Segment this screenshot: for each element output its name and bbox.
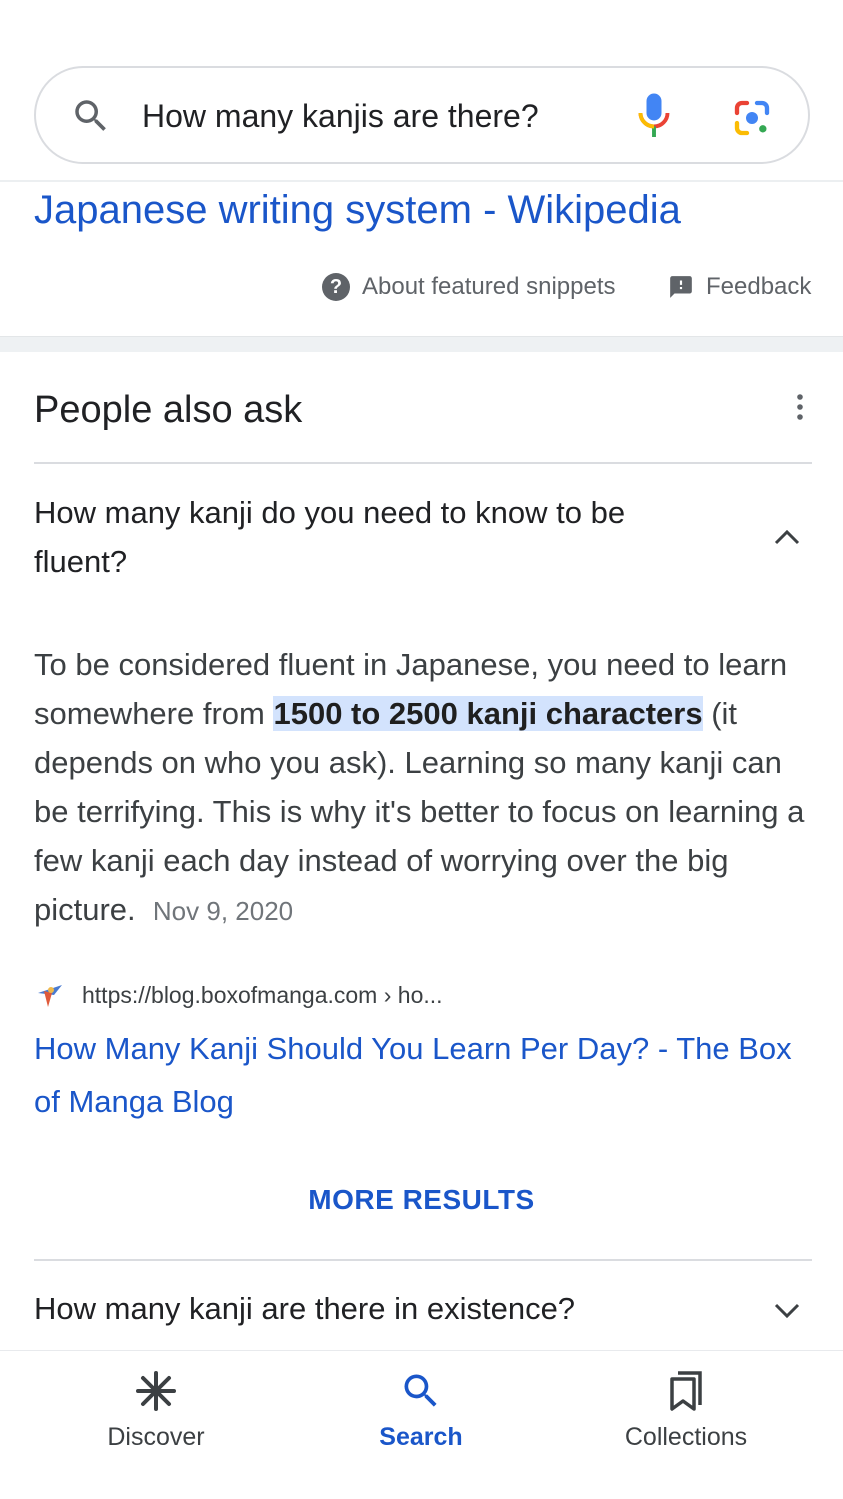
bookmarks-icon xyxy=(670,1371,702,1411)
result-source[interactable]: https://blog.boxofmanga.com › ho... xyxy=(34,978,443,1012)
feedback-label: Feedback xyxy=(706,273,812,300)
about-featured-snippets-button[interactable]: ? About featured snippets xyxy=(322,270,616,304)
site-favicon xyxy=(38,985,62,1007)
answer-date: Nov 9, 2020 xyxy=(152,896,294,926)
divider xyxy=(34,462,812,464)
asterisk-icon xyxy=(136,1371,176,1411)
nav-search[interactable]: Search xyxy=(321,1369,521,1452)
feedback-icon xyxy=(670,276,692,298)
result-title-link[interactable]: How Many Kanji Should You Learn Per Day?… xyxy=(34,1022,824,1128)
answer-text: To be considered fluent in Japanese, you… xyxy=(34,640,814,936)
people-also-ask-title: People also ask xyxy=(34,389,303,431)
nav-collections[interactable]: Collections xyxy=(586,1369,786,1452)
feedback-button[interactable]: Feedback xyxy=(668,270,811,304)
search-input[interactable]: How many kanjis are there? xyxy=(142,96,539,136)
nav-discover-label: Discover xyxy=(107,1423,205,1451)
search-results-page: How many kanjis are there? Japanese writ… xyxy=(0,0,843,1499)
section-separator xyxy=(0,336,843,352)
nav-collections-label: Collections xyxy=(624,1423,748,1451)
wikipedia-result-link[interactable]: Japanese writing system - Wikipedia xyxy=(34,186,681,234)
snippet-meta: ? About featured snippets Feedback xyxy=(0,270,843,304)
nav-discover[interactable]: Discover xyxy=(56,1369,256,1452)
divider xyxy=(34,1259,812,1261)
collapsed-question[interactable]: How many kanji are there in existence? xyxy=(34,1288,575,1330)
nav-search-label: Search xyxy=(379,1423,463,1451)
about-label: About featured snippets xyxy=(362,273,616,300)
more-results-button[interactable]: MORE RESULTS xyxy=(0,1184,843,1216)
bottom-navigation: Discover Search Collections xyxy=(0,1350,843,1499)
expanded-question[interactable]: How many kanji do you need to know to be… xyxy=(34,488,714,586)
result-url: https://blog.boxofmanga.com › ho... xyxy=(82,981,443,1008)
more-options-icon[interactable] xyxy=(788,392,812,424)
answer-highlight: 1500 to 2500 kanji characters xyxy=(273,696,703,731)
search-header: How many kanjis are there? xyxy=(0,0,843,182)
search-box[interactable]: How many kanjis are there? xyxy=(34,66,810,164)
lens-icon[interactable] xyxy=(732,98,772,138)
mic-icon[interactable] xyxy=(636,92,672,140)
chevron-up-icon[interactable] xyxy=(772,526,802,548)
search-icon xyxy=(404,1374,437,1407)
chevron-down-icon[interactable] xyxy=(772,1300,802,1322)
help-icon: ? xyxy=(322,273,350,301)
search-icon[interactable] xyxy=(70,95,112,137)
